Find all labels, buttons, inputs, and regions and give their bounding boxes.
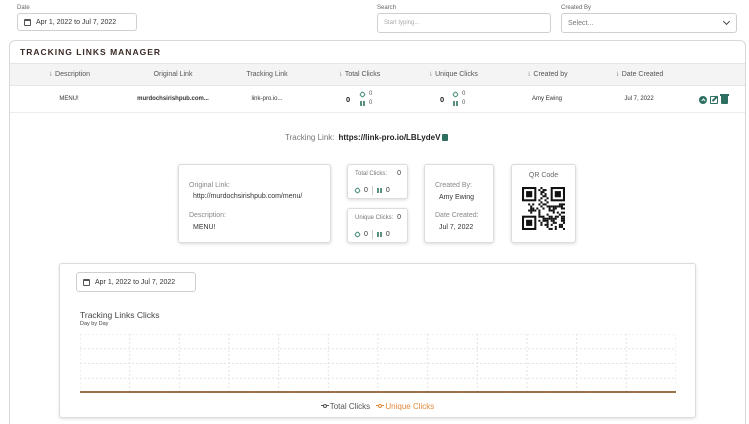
data-point-unique-clicks[interactable] bbox=[164, 391, 166, 393]
data-point-unique-clicks[interactable] bbox=[334, 391, 337, 393]
data-point-unique-clicks[interactable] bbox=[292, 391, 294, 393]
total-clicks-breakdown: 0 0 bbox=[353, 186, 390, 195]
original-link-label: Original Link: bbox=[189, 182, 230, 189]
tracking-links-panel: TRACKING LINKS MANAGER ⇂ Description Orig… bbox=[9, 40, 746, 424]
chart-subtitle: Day by Day bbox=[80, 321, 109, 327]
qr-icon bbox=[376, 188, 382, 193]
description-label: Description: bbox=[189, 212, 226, 219]
link-info-card: Original Link: http://murdochsirishpub.c… bbox=[178, 164, 331, 243]
row-total-clicks: 0 bbox=[346, 95, 351, 104]
col-created-by[interactable]: ⇂ Created by bbox=[526, 71, 567, 78]
qr-icon bbox=[360, 101, 365, 106]
chart-title: Tracking Links Clicks bbox=[80, 310, 160, 320]
data-point-unique-clicks[interactable] bbox=[419, 391, 422, 393]
sort-icon: ⇂ bbox=[526, 72, 532, 78]
row-unique-clicks: 0 bbox=[440, 95, 445, 104]
original-link-value: http://murdochsirishpub.com/menu/ bbox=[193, 193, 303, 200]
link-icon bbox=[451, 90, 460, 99]
created-by-select[interactable]: Select... bbox=[561, 13, 737, 33]
data-point-unique-clicks[interactable] bbox=[121, 391, 124, 393]
panel-title: TRACKING LINKS MANAGER bbox=[20, 47, 161, 57]
row-tracking-link[interactable]: link-pro.io... bbox=[251, 96, 282, 102]
qr-icon bbox=[453, 101, 458, 106]
unique-clicks-breakdown: 0 0 bbox=[353, 230, 390, 239]
collapse-icon[interactable] bbox=[699, 95, 707, 104]
clicks-chart-card: Apr 1, 2022 to Jul 7, 2022 Tracking Link… bbox=[59, 263, 696, 418]
data-point-unique-clicks[interactable] bbox=[547, 391, 550, 393]
search-input[interactable]: Start typing... bbox=[377, 13, 551, 33]
link-icon bbox=[353, 230, 362, 239]
creator-card: Created By: Amy Ewing Date Created: Jul … bbox=[424, 164, 494, 243]
unique-clicks-card-value: 0 bbox=[397, 214, 401, 221]
date-created-detail-label: Date Created: bbox=[435, 212, 479, 219]
created-by-label: Created By bbox=[561, 5, 592, 11]
trash-icon[interactable] bbox=[720, 94, 729, 104]
unique-clicks-card-label: Unique Clicks: bbox=[355, 215, 394, 221]
data-point-unique-clicks[interactable] bbox=[590, 391, 592, 393]
link-icon bbox=[353, 186, 362, 195]
qr-code-label: QR Code bbox=[528, 172, 559, 179]
clicks-chart-plot bbox=[80, 334, 676, 393]
search-placeholder: Start typing... bbox=[384, 20, 420, 26]
data-point-unique-clicks[interactable] bbox=[632, 391, 635, 393]
row-original-link[interactable]: murdochsirishpub.com... bbox=[137, 96, 209, 102]
created-by-value: Select... bbox=[568, 19, 594, 27]
row-actions bbox=[699, 94, 729, 104]
row-total-breakdown: 0 0 bbox=[358, 90, 372, 108]
qr-icon bbox=[376, 232, 382, 237]
table-row[interactable]: MENU! murdochsirishpub.com... link-pro.i… bbox=[10, 86, 745, 113]
legend-unique-clicks[interactable]: Unique Clicks bbox=[376, 402, 434, 411]
qr-code-card: QR Code bbox=[511, 164, 576, 243]
calendar-icon bbox=[24, 18, 31, 26]
copy-icon[interactable] bbox=[442, 134, 449, 141]
table-header: ⇂ Description Original Link Tracking Link… bbox=[10, 63, 745, 86]
chart-date-range-value: Apr 1, 2022 to Jul 7, 2022 bbox=[95, 278, 176, 286]
total-clicks-card: Total Clicks: 0 0 0 bbox=[347, 164, 408, 199]
sort-icon: ⇂ bbox=[614, 72, 620, 78]
chevron-down-icon bbox=[722, 17, 731, 26]
tracking-link-url[interactable]: https://link-pro.io/LBLydeV bbox=[339, 133, 441, 142]
link-icon bbox=[358, 90, 367, 99]
search-label: Search bbox=[377, 5, 397, 11]
data-point-unique-clicks[interactable] bbox=[462, 391, 464, 393]
sort-icon: ⇂ bbox=[428, 72, 434, 78]
unique-clicks-card: Unique Clicks: 0 0 0 bbox=[347, 208, 408, 243]
edit-icon[interactable] bbox=[710, 95, 718, 104]
data-point-unique-clicks[interactable] bbox=[504, 391, 507, 393]
col-original-link: Original Link bbox=[153, 71, 193, 78]
col-tracking-link: Tracking Link bbox=[246, 71, 288, 78]
date-filter-label: Date bbox=[17, 5, 30, 11]
date-range-picker[interactable]: Apr 1, 2022 to Jul 7, 2022 bbox=[17, 13, 137, 31]
row-description: MENU! bbox=[59, 96, 79, 102]
created-by-detail-value: Amy Ewing bbox=[439, 194, 475, 201]
row-date-created: Jul 7, 2022 bbox=[624, 96, 654, 102]
date-created-detail-value: Jul 7, 2022 bbox=[439, 224, 474, 231]
tracking-link-label: Tracking Link: bbox=[285, 133, 335, 142]
data-point-unique-clicks[interactable] bbox=[206, 391, 209, 393]
chart-legend: Total Clicks Unique Clicks bbox=[60, 402, 695, 411]
data-point-unique-clicks[interactable] bbox=[377, 391, 379, 393]
col-date-created[interactable]: ⇂ Date Created bbox=[615, 71, 664, 78]
tracking-link-line: Tracking Link: https://link-pro.io/LBLyde… bbox=[285, 133, 449, 142]
row-created-by: Amy Ewing bbox=[531, 96, 563, 102]
total-clicks-card-label: Total Clicks: bbox=[355, 171, 388, 177]
col-total-clicks[interactable]: ⇂ Total Clicks bbox=[338, 71, 380, 78]
data-point-unique-clicks[interactable] bbox=[249, 391, 252, 393]
chart-date-range-picker[interactable]: Apr 1, 2022 to Jul 7, 2022 bbox=[76, 272, 196, 292]
description-value: MENU! bbox=[193, 224, 216, 231]
col-description[interactable]: ⇂ Description bbox=[48, 71, 90, 78]
sort-icon: ⇂ bbox=[47, 72, 54, 78]
total-clicks-card-value: 0 bbox=[397, 170, 401, 177]
col-unique-clicks[interactable]: ⇂ Unique Clicks bbox=[428, 71, 478, 78]
date-range-value: Apr 1, 2022 to Jul 7, 2022 bbox=[36, 18, 117, 26]
created-by-detail-label: Created By: bbox=[435, 182, 472, 189]
row-unique-breakdown: 0 0 bbox=[451, 90, 465, 108]
sort-icon: ⇂ bbox=[337, 72, 343, 78]
legend-total-clicks[interactable]: Total Clicks bbox=[320, 402, 370, 411]
calendar-icon bbox=[83, 278, 90, 286]
qr-code-image[interactable] bbox=[522, 187, 565, 230]
